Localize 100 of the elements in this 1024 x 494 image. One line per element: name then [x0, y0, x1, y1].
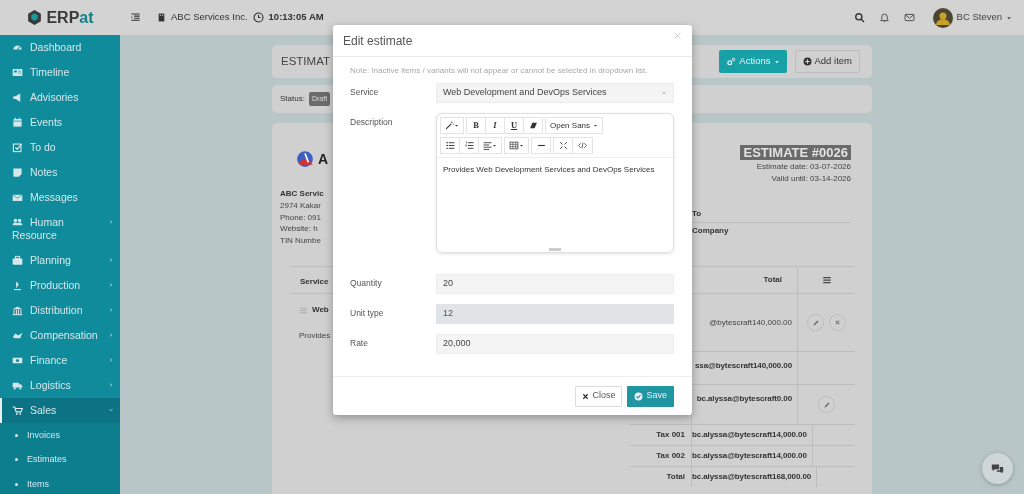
chat-icon — [991, 462, 1004, 475]
bill-to-name: Company — [692, 225, 730, 237]
fullscreen-button[interactable] — [553, 137, 573, 154]
submenu-item[interactable]: Estimates — [0, 447, 120, 472]
sidebar-item[interactable]: To do — [0, 135, 120, 160]
menu-icon[interactable] — [821, 275, 832, 285]
code-view-icon — [577, 141, 588, 150]
gears-icon — [726, 56, 737, 67]
sidebar-item[interactable]: Events — [0, 110, 120, 135]
underline-button[interactable]: U — [504, 117, 524, 134]
sidebar-item[interactable]: Finance — [0, 348, 120, 373]
bold-button[interactable]: B — [466, 117, 486, 134]
sidebar-item[interactable]: Messages — [0, 185, 120, 210]
bill-to-label: To — [692, 208, 851, 223]
chevron-right-icon — [108, 382, 114, 388]
input-field[interactable]: 20 — [436, 274, 674, 294]
eraser-icon — [528, 121, 538, 130]
close-icon — [834, 319, 841, 326]
caret-icon — [593, 123, 599, 128]
bullet-list-button[interactable] — [440, 137, 460, 154]
avatar[interactable] — [932, 7, 953, 28]
code-view-button[interactable] — [572, 137, 593, 154]
align-button[interactable] — [478, 137, 502, 154]
align-icon — [483, 141, 492, 150]
sidebar-item[interactable]: Distribution — [0, 298, 120, 323]
mail-icon[interactable] — [903, 12, 915, 23]
submenu-item[interactable]: Items — [0, 472, 120, 494]
rich-text-editor[interactable]: B I U Open Sans Provides Web Development Services and DevOps Services — [436, 113, 674, 253]
magic-wand-button[interactable] — [440, 117, 464, 134]
calendar-icon — [12, 117, 23, 128]
company-name: ABC Services Inc. — [171, 10, 248, 25]
briefcase-icon — [12, 255, 23, 266]
table-button[interactable] — [504, 137, 529, 154]
item-total: @bytescraft140,000.00 — [709, 316, 792, 329]
service-select[interactable]: Web Development and DevOps Services — [436, 83, 674, 103]
sidebar-item[interactable]: Dashboard — [0, 35, 120, 60]
company-detail: TIN Numbe — [280, 234, 322, 246]
envelope-icon — [12, 192, 23, 203]
save-button[interactable]: Save — [627, 385, 674, 407]
cart-icon — [12, 405, 23, 416]
eraser-button[interactable] — [523, 117, 543, 134]
add-item-button[interactable]: Add item — [794, 50, 860, 73]
input-field[interactable]: 20,000 — [436, 334, 674, 354]
item-description: Provides — [299, 330, 332, 342]
caret-icon — [492, 143, 497, 148]
sidebar-item[interactable]: Production — [0, 273, 120, 298]
check-circle-icon — [634, 391, 644, 401]
sidebar-item[interactable]: Logistics — [0, 373, 120, 398]
numbered-list-icon — [464, 141, 474, 150]
bank-icon — [12, 305, 23, 316]
note-icon — [12, 167, 23, 178]
field-label: Service — [350, 86, 380, 99]
summary-value: ssa@bytescraft140,000.00 — [694, 360, 793, 372]
sidebar-item[interactable]: Notes — [0, 160, 120, 185]
sidebar-item[interactable]: Human Resource — [0, 210, 120, 248]
company-logo-text: A — [318, 149, 329, 169]
note-text: Note: Inactive items / variants will not appear or cannot be selected in dropdown list. — [350, 65, 649, 77]
estimate-date: Estimate date: 03-07-2026 — [755, 161, 851, 173]
menu-icon[interactable] — [130, 12, 141, 23]
caret-icon — [773, 58, 780, 65]
field-label: Rate — [350, 337, 369, 350]
italic-button[interactable]: I — [485, 117, 505, 134]
bell-icon[interactable] — [878, 12, 890, 23]
chevron-right-icon — [108, 332, 114, 338]
company-detail: 2974 Kakar — [280, 200, 322, 212]
clock-time: 10:13:05 AM — [268, 10, 324, 25]
font-dropdown[interactable]: Open Sans — [545, 117, 604, 134]
people-icon — [12, 217, 23, 228]
field-label: Quantity — [350, 277, 383, 290]
sidebar-item[interactable]: Planning — [0, 248, 120, 273]
bullet-icon — [15, 433, 18, 437]
chat-button[interactable] — [982, 453, 1013, 484]
company-logo-icon — [296, 150, 314, 168]
close-button[interactable]: Close — [575, 385, 623, 407]
status-label: Status: — [280, 93, 305, 105]
caret-icon — [1006, 14, 1012, 21]
sidebar-item[interactable]: Compensation — [0, 323, 120, 348]
table-icon — [509, 141, 519, 150]
column-header: Total — [763, 274, 782, 286]
sidebar-item[interactable]: Advisories — [0, 85, 120, 110]
field-label: Description — [350, 116, 394, 129]
sidebar-item[interactable]: Sales — [0, 398, 120, 423]
user-menu[interactable]: BC Steven — [956, 10, 1002, 25]
sidebar-item[interactable]: Timeline — [0, 60, 120, 85]
numbered-list-button[interactable] — [459, 137, 479, 154]
summary-label: Tax 002 — [656, 450, 685, 462]
bullet-icon — [15, 482, 18, 486]
chevron-down-icon — [108, 407, 114, 413]
submenu-item[interactable]: Invoices — [0, 423, 120, 448]
drag-handle-icon — [299, 305, 308, 315]
summary-value: bc.alyssa@bytescraft0.00 — [696, 393, 793, 405]
summary-value: bc.alyssa@bytescraft14,000.00 — [692, 429, 808, 441]
search-icon[interactable] — [853, 12, 865, 23]
timeline-icon — [12, 67, 23, 78]
input-field: 12 — [436, 304, 674, 324]
caret-icon — [454, 123, 459, 128]
pencil-icon — [822, 400, 831, 409]
actions-button[interactable]: Actions — [719, 50, 787, 73]
chevron-right-icon — [108, 282, 114, 288]
checkbox-icon — [12, 142, 23, 153]
